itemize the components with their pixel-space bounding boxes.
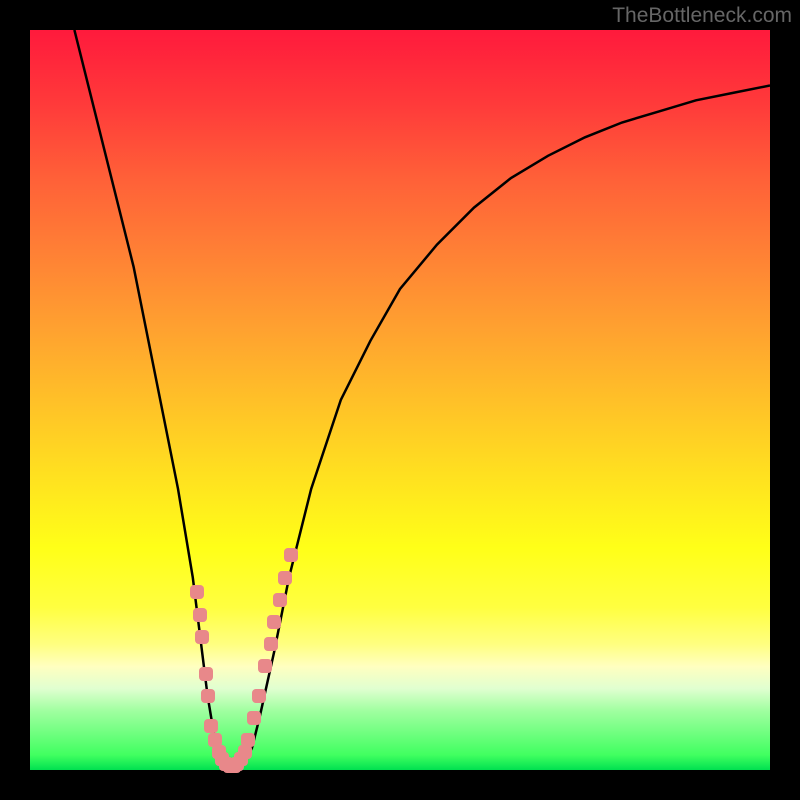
data-marker: [252, 689, 266, 703]
data-marker: [264, 637, 278, 651]
data-marker: [199, 667, 213, 681]
watermark-text: TheBottleneck.com: [612, 4, 792, 28]
data-marker: [241, 733, 255, 747]
data-marker: [267, 615, 281, 629]
chart-plot-area: [30, 30, 770, 770]
data-marker: [193, 608, 207, 622]
data-marker: [190, 585, 204, 599]
data-marker: [247, 711, 261, 725]
data-markers-layer: [30, 30, 770, 770]
data-marker: [284, 548, 298, 562]
data-marker: [204, 719, 218, 733]
data-marker: [273, 593, 287, 607]
data-marker: [195, 630, 209, 644]
data-marker: [258, 659, 272, 673]
data-marker: [201, 689, 215, 703]
data-marker: [278, 571, 292, 585]
